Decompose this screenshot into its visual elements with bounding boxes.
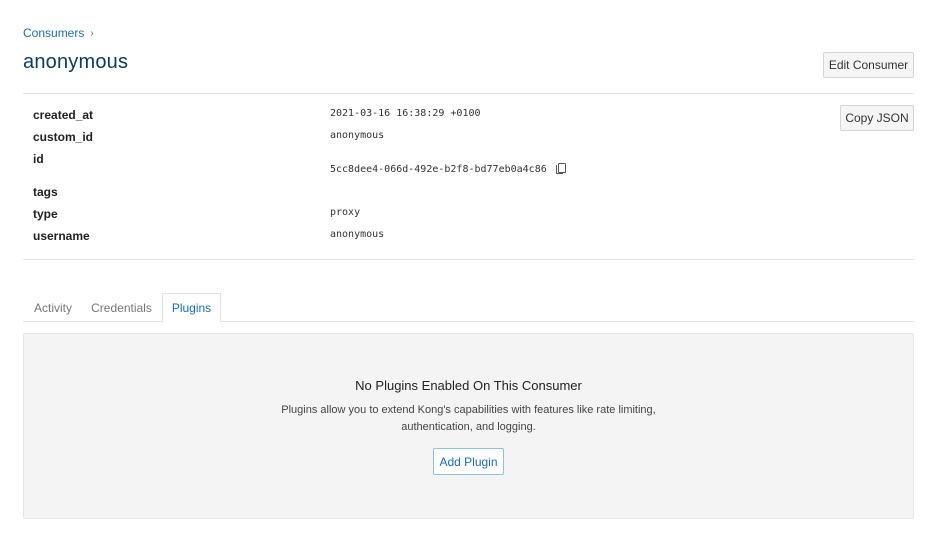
consumer-detail-page: Consumers › anonymous Edit Consumer Copy… xyxy=(0,0,939,541)
breadcrumb-consumers-link[interactable]: Consumers xyxy=(23,26,84,40)
detail-value: anonymous xyxy=(330,229,385,240)
detail-value: anonymous xyxy=(330,130,385,141)
empty-state-description-line-1: Plugins allow you to extend Kong's capab… xyxy=(281,404,656,416)
tab-activity[interactable]: Activity xyxy=(23,293,83,322)
id-value: 5cc8dee4-066d-492e-b2f8-bd77eb0a4c86 xyxy=(330,164,547,175)
detail-key: created_at xyxy=(33,108,94,122)
empty-state-description-line-2: authentication, and logging. xyxy=(401,421,536,433)
detail-key: tags xyxy=(33,185,58,199)
edit-consumer-button[interactable]: Edit Consumer xyxy=(823,52,914,78)
tab-credentials[interactable]: Credentials xyxy=(85,293,158,322)
empty-state-title: No Plugins Enabled On This Consumer xyxy=(355,378,582,393)
empty-state-panel: No Plugins Enabled On This Consumer Plug… xyxy=(23,333,914,519)
detail-row-username: username anonymous xyxy=(33,229,914,243)
detail-value-id: 5cc8dee4-066d-492e-b2f8-bd77eb0a4c86 xyxy=(330,163,566,175)
detail-key: username xyxy=(33,229,90,243)
page-title: anonymous xyxy=(23,51,129,73)
detail-row-tags: tags xyxy=(33,185,914,199)
detail-key: type xyxy=(33,207,58,221)
tab-bar: Activity Credentials Plugins xyxy=(23,293,914,323)
empty-state-description: Plugins allow you to extend Kong's capab… xyxy=(24,402,913,436)
detail-row-created-at: created_at 2021-03-16 16:38:29 +0100 xyxy=(33,108,914,122)
detail-value: 2021-03-16 16:38:29 +0100 xyxy=(330,108,481,119)
detail-row-id: id 5cc8dee4-066d-492e-b2f8-bd77eb0a4c86 xyxy=(33,152,914,175)
detail-value: proxy xyxy=(330,207,361,218)
detail-key: custom_id xyxy=(33,130,94,144)
breadcrumb: Consumers › xyxy=(23,26,94,40)
divider-bottom xyxy=(23,259,914,260)
divider-top xyxy=(23,93,914,94)
add-plugin-button[interactable]: Add Plugin xyxy=(433,448,504,475)
tab-plugins[interactable]: Plugins xyxy=(162,293,221,323)
breadcrumb-separator: › xyxy=(90,27,94,39)
detail-row-custom-id: custom_id anonymous xyxy=(33,130,914,144)
detail-row-type: type proxy xyxy=(33,207,914,221)
copy-icon[interactable] xyxy=(555,163,566,174)
detail-key: id xyxy=(33,152,44,166)
